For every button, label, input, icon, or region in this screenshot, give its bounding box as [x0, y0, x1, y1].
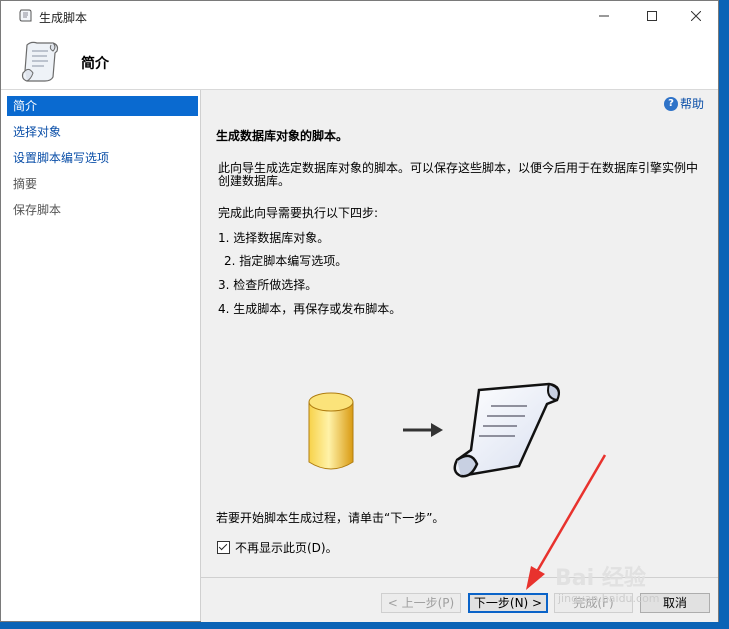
- sidebar-item-scripting-options[interactable]: 设置脚本编写选项: [7, 148, 198, 168]
- previous-button[interactable]: < 上一步(P): [381, 593, 461, 613]
- step-item: 1. 选择数据库对象。: [218, 231, 330, 245]
- page-title: 简介: [81, 56, 109, 72]
- dont-show-again-option[interactable]: 不再显示此页(D)。: [217, 539, 338, 556]
- wizard-header: 简介: [1, 31, 718, 90]
- script-icon: [19, 9, 32, 22]
- wizard-content: ? 帮助 生成数据库对象的脚本。 此向导生成选定数据库对象的脚本。可以保存这些脚…: [201, 90, 718, 577]
- database-to-script-illustration: [308, 382, 560, 478]
- content-heading: 生成数据库对象的脚本。: [216, 129, 349, 143]
- maximize-icon: [647, 11, 657, 21]
- dont-show-checkbox[interactable]: [217, 541, 230, 554]
- minimize-icon: [599, 15, 609, 17]
- wizard-window: 生成脚本 简介 简介 选择对象 设置脚本编写选项 摘要 保存脚本 ? 帮助 生成: [0, 0, 719, 622]
- steps-intro: 完成此向导需要执行以下四步:: [218, 206, 379, 220]
- help-label: 帮助: [679, 97, 704, 111]
- close-icon: [691, 11, 701, 21]
- window-title: 生成脚本: [39, 11, 88, 25]
- next-button[interactable]: 下一步(N) >: [468, 593, 548, 613]
- start-hint: 若要开始脚本生成过程，请单击“下一步”。: [216, 511, 445, 525]
- close-button[interactable]: [673, 1, 719, 31]
- step-item: 4. 生成脚本，再保存或发布脚本。: [218, 302, 402, 316]
- step-item: 3. 检查所做选择。: [218, 278, 318, 292]
- content-description: 此向导生成选定数据库对象的脚本。可以保存这些脚本，以便今后用于在数据库引擎实例中…: [218, 161, 699, 188]
- sidebar-item-choose-objects[interactable]: 选择对象: [7, 122, 198, 142]
- title-bar: 生成脚本: [1, 1, 718, 31]
- sidebar-item-save-scripts: 保存脚本: [13, 203, 62, 217]
- help-icon: ?: [663, 96, 678, 111]
- wizard-sidebar: 简介 选择对象 设置脚本编写选项 摘要 保存脚本: [1, 90, 201, 621]
- minimize-button[interactable]: [581, 1, 627, 31]
- scroll-icon: [21, 41, 59, 82]
- maximize-button[interactable]: [629, 1, 675, 31]
- sidebar-item-summary: 摘要: [13, 177, 38, 191]
- database-icon: [308, 392, 354, 470]
- desktop-taskbar-strip: [0, 622, 729, 629]
- dont-show-label: 不再显示此页(D)。: [235, 541, 338, 555]
- step-item: 2. 指定脚本编写选项。: [224, 254, 348, 268]
- arrow-right-icon: [403, 423, 443, 437]
- watermark-url: jingyan.baidu.com: [558, 592, 660, 605]
- help-link[interactable]: ? 帮助: [663, 95, 704, 112]
- sidebar-item-intro[interactable]: 简介: [7, 96, 198, 116]
- script-scroll-icon: [453, 382, 560, 478]
- watermark-logo: Bai 经验: [555, 566, 646, 591]
